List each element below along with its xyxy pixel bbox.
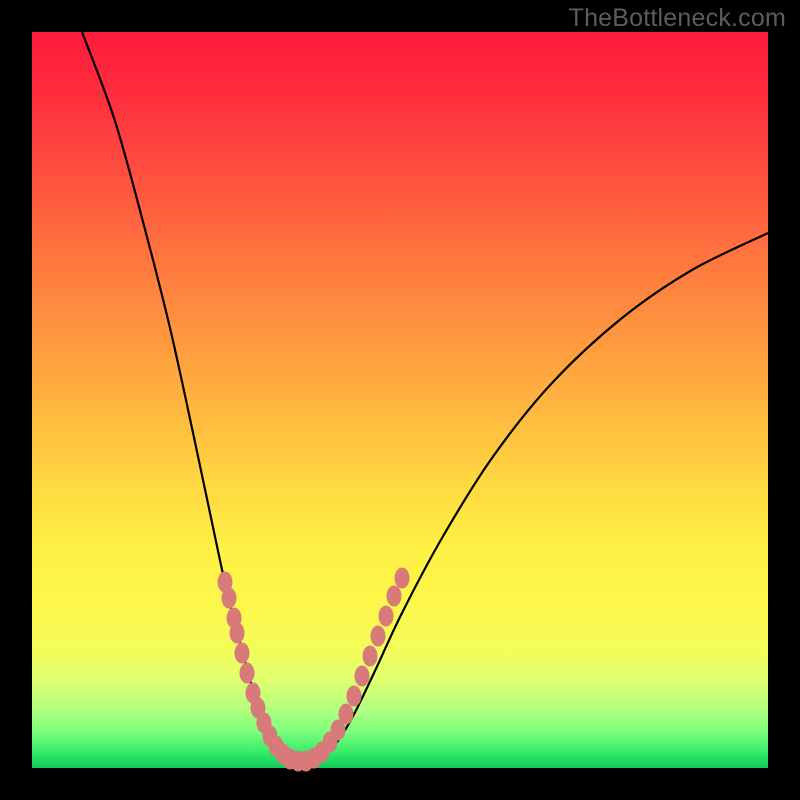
dot bbox=[222, 588, 237, 609]
bottleneck-curve bbox=[82, 32, 768, 764]
dot bbox=[347, 686, 362, 707]
dot bbox=[371, 626, 386, 647]
dot bbox=[363, 646, 378, 667]
chart-svg bbox=[32, 32, 768, 768]
dot bbox=[387, 586, 402, 607]
chart-frame: TheBottleneck.com bbox=[0, 0, 800, 800]
dot bbox=[395, 568, 410, 589]
highlight-dots bbox=[218, 568, 410, 772]
dot bbox=[235, 643, 250, 664]
dot bbox=[379, 606, 394, 627]
plot-area bbox=[32, 32, 768, 768]
dot bbox=[355, 666, 370, 687]
dot bbox=[230, 623, 245, 644]
dot bbox=[339, 704, 354, 725]
watermark-text: TheBottleneck.com bbox=[569, 4, 786, 33]
dot bbox=[240, 663, 255, 684]
